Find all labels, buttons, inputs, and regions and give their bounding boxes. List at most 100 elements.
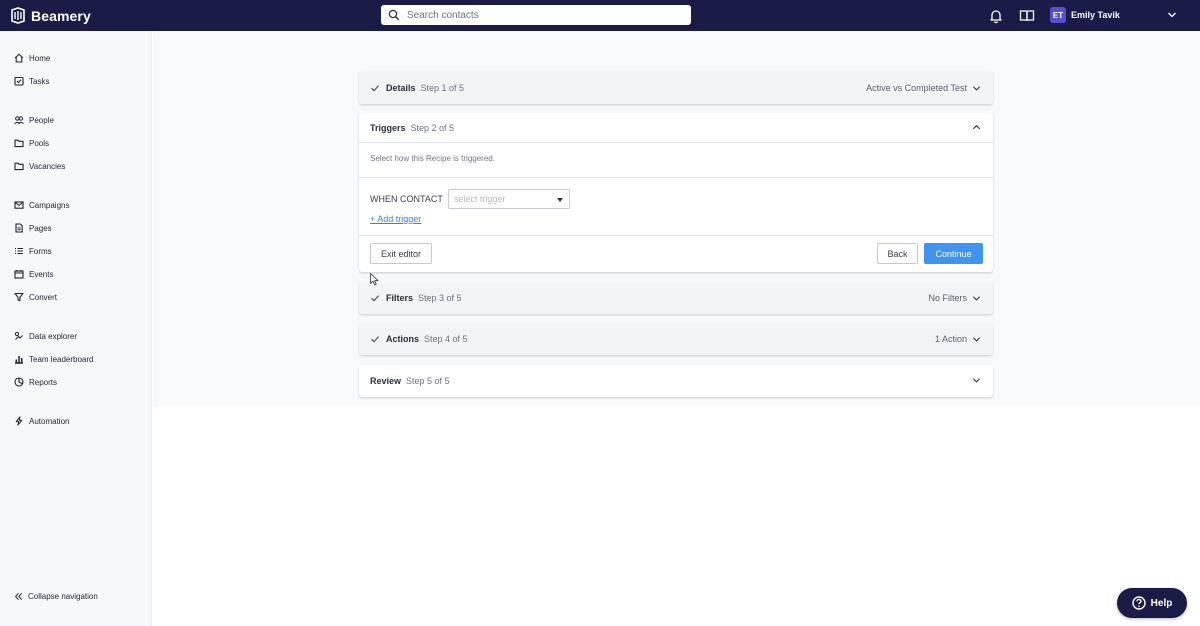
chevron-down-icon[interactable] — [972, 335, 981, 344]
search-icon — [388, 9, 400, 21]
lightning-icon — [15, 416, 23, 426]
trigger-editor: WHEN CONTACT select trigger + Add trigge… — [359, 178, 993, 236]
sidebar-item-label: Events — [29, 269, 54, 279]
folder-icon — [14, 162, 24, 171]
reports-icon — [14, 377, 24, 387]
step-title: Actions — [386, 334, 420, 344]
question-circle-icon — [1131, 596, 1146, 610]
sidebar-item-pools[interactable]: Pools — [14, 135, 49, 151]
sidebar-item-label: Team leaderboard — [29, 354, 94, 364]
chevron-up-icon[interactable] — [972, 123, 981, 132]
tasks-icon — [14, 76, 24, 86]
triggers-description: Select how this Recipe is triggered. — [359, 143, 993, 178]
sidebar-item-reports[interactable]: Reports — [14, 374, 57, 390]
step-card-review[interactable]: Review Step 5 of 5 — [359, 365, 993, 397]
step-card-actions[interactable]: Actions Step 4 of 5 1 Action — [359, 323, 993, 355]
sidebar-item-label: Pages — [29, 223, 52, 233]
step-counter: Step 2 of 5 — [410, 122, 455, 133]
sidebar-item-automation[interactable]: Automation — [14, 413, 69, 429]
home-icon — [14, 53, 24, 63]
bell-icon[interactable] — [988, 8, 1004, 24]
trigger-select[interactable]: select trigger — [447, 189, 570, 209]
check-icon — [371, 295, 380, 302]
user-menu[interactable]: ET Emily Tavik — [1050, 7, 1120, 23]
help-label: Help — [1150, 597, 1173, 609]
sidebar-item-convert[interactable]: Convert — [14, 289, 57, 305]
step-counter: Step 4 of 5 — [424, 334, 468, 344]
sidebar-item-label: Pools — [29, 138, 50, 148]
brand-name: Beamery — [31, 7, 91, 24]
step-summary: Active vs Completed Test — [866, 83, 967, 93]
step-title: Filters — [386, 293, 414, 303]
sidebar-item-label: Campaigns — [29, 200, 70, 210]
collapse-navigation-label: Collapse navigation — [28, 592, 98, 601]
step-title: Review — [370, 376, 402, 386]
sidebar-item-forms[interactable]: Forms — [14, 243, 52, 259]
add-trigger-link[interactable]: + Add trigger — [370, 214, 421, 224]
continue-button[interactable]: Continue — [924, 243, 983, 264]
sidebar-item-vacancies[interactable]: Vacancies — [14, 158, 65, 174]
step-card-filters[interactable]: Filters Step 3 of 5 No Filters — [359, 282, 993, 314]
chevron-down-icon[interactable] — [972, 294, 981, 303]
chevron-down-icon[interactable] — [1167, 10, 1177, 20]
sidebar-item-label: Vacancies — [29, 161, 66, 171]
step-counter: Step 5 of 5 — [406, 376, 450, 386]
collapse-navigation-button[interactable]: Collapse navigation — [14, 592, 98, 601]
step-summary: No Filters — [928, 293, 967, 303]
top-bar: Beamery ET Emily Tavik — [0, 0, 1200, 31]
step-title: Triggers — [370, 122, 406, 133]
sidebar-item-label: Automation — [29, 416, 70, 426]
sidebar-item-data-explorer[interactable]: Data explorer — [14, 328, 77, 344]
explorer-icon — [14, 331, 23, 340]
sidebar-item-tasks[interactable]: Tasks — [14, 73, 49, 89]
step-card-triggers: Triggers Step 2 of 5 Select how this Rec… — [359, 113, 993, 272]
check-icon — [371, 336, 380, 343]
exit-editor-button[interactable]: Exit editor — [370, 243, 432, 264]
bar-chart-icon — [15, 356, 23, 364]
sidebar-item-label: Data explorer — [29, 331, 78, 341]
double-chevron-left-icon — [14, 593, 23, 600]
user-name: Emily Tavik — [1071, 10, 1120, 20]
avatar: ET — [1050, 7, 1066, 23]
people-icon — [14, 116, 24, 125]
back-button[interactable]: Back — [877, 243, 918, 264]
trigger-select-placeholder: select trigger — [453, 194, 506, 204]
book-icon[interactable] — [1019, 8, 1035, 24]
sidebar-item-label: Home — [29, 53, 51, 63]
sidebar-item-label: Convert — [29, 292, 58, 302]
list-icon — [15, 247, 23, 255]
step-counter: Step 1 of 5 — [420, 83, 465, 93]
sidebar-item-label: People — [29, 115, 54, 125]
sidebar-item-campaigns[interactable]: Campaigns — [14, 197, 69, 213]
when-contact-label: WHEN CONTACT — [370, 194, 443, 204]
sidebar-item-people[interactable]: People — [14, 112, 54, 128]
step-summary: 1 Action — [934, 334, 967, 344]
triggers-footer: Exit editor Back Continue — [359, 236, 993, 272]
sidebar-item-label: Tasks — [29, 76, 50, 86]
sidebar-item-label: Forms — [29, 246, 52, 256]
sidebar-item-label: Reports — [29, 377, 58, 387]
chevron-down-icon[interactable] — [972, 84, 981, 93]
filter-icon — [14, 292, 24, 302]
step-counter: Step 3 of 5 — [418, 293, 462, 303]
chevron-down-icon[interactable] — [972, 376, 981, 385]
mouse-cursor-icon — [370, 273, 379, 286]
beamery-logo-icon — [11, 7, 25, 24]
mail-icon — [14, 201, 24, 209]
sidebar-item-pages[interactable]: Pages — [14, 220, 52, 236]
sidebar-item-team-leaderboard[interactable]: Team leaderboard — [14, 351, 93, 367]
help-button[interactable]: Help — [1117, 588, 1187, 618]
sidebar-item-home[interactable]: Home — [14, 50, 50, 66]
search-box[interactable] — [381, 5, 691, 25]
triggers-header[interactable]: Triggers Step 2 of 5 — [359, 113, 993, 143]
check-icon — [371, 85, 380, 92]
calendar-icon — [14, 270, 24, 279]
search-input[interactable] — [407, 9, 677, 21]
brand-logo[interactable]: Beamery — [10, 7, 91, 24]
caret-down-icon — [556, 198, 563, 202]
sidebar: Home Tasks People Pools Vacancies Campai… — [0, 31, 152, 626]
step-title: Details — [386, 83, 416, 93]
step-card-details[interactable]: Details Step 1 of 5 Active vs Completed … — [359, 72, 993, 104]
page-icon — [15, 223, 23, 233]
sidebar-item-events[interactable]: Events — [14, 266, 53, 282]
